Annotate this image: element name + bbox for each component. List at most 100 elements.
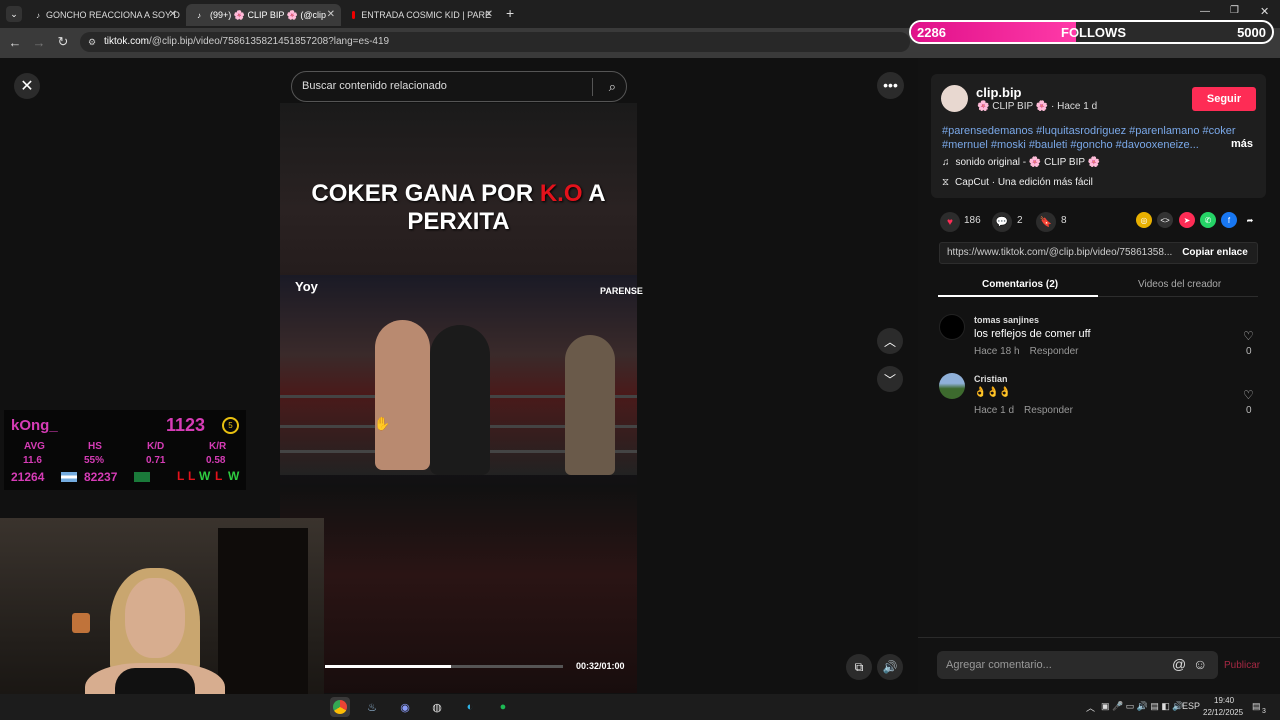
notifications-icon[interactable]: ▤ bbox=[1252, 701, 1261, 712]
capcut-line[interactable]: ⧖ CapCut · Una edición más fácil bbox=[942, 177, 1093, 188]
follow-button[interactable]: Seguir bbox=[1192, 87, 1256, 111]
more-options-button[interactable]: ••• bbox=[877, 72, 904, 99]
clock-date[interactable]: 22/12/2025 bbox=[1203, 708, 1243, 717]
copy-link-button[interactable]: Copiar enlace bbox=[1176, 245, 1254, 261]
level-badge-icon: 5 bbox=[222, 417, 239, 434]
discord-taskbar-icon[interactable]: ◉ bbox=[395, 697, 415, 717]
match-result: L bbox=[177, 469, 185, 483]
site-info-icon[interactable]: ⚙ bbox=[88, 32, 96, 52]
comment-text: 👌👌👌 bbox=[974, 387, 1012, 398]
stat-header: K/D bbox=[147, 441, 165, 452]
author-nickname[interactable]: 🌸 CLIP BIP 🌸 bbox=[977, 101, 1048, 112]
tab-creator-videos[interactable]: Videos del creador bbox=[1138, 279, 1221, 290]
clock-time[interactable]: 19:40 bbox=[1214, 696, 1234, 705]
close-tab-icon[interactable]: ✕ bbox=[169, 9, 177, 20]
match-result: W bbox=[228, 469, 240, 483]
match-result: L bbox=[215, 469, 223, 483]
sound-name: sonido original - 🌸 CLIP BIP 🌸 bbox=[955, 157, 1101, 168]
comment-count: 2 bbox=[1017, 215, 1023, 226]
like-count: 186 bbox=[964, 215, 981, 226]
edge-taskbar-icon[interactable]: ◐ bbox=[460, 697, 480, 717]
floating-player-button[interactable]: ⧉ bbox=[846, 654, 872, 680]
chrome-taskbar-icon[interactable] bbox=[330, 697, 350, 717]
next-video-button[interactable]: ﹀ bbox=[877, 366, 903, 392]
volume-button[interactable]: 🔊 bbox=[877, 654, 903, 680]
search-icon[interactable]: ⌕ bbox=[609, 72, 616, 101]
language-indicator[interactable]: ESP bbox=[1182, 701, 1200, 711]
follows-goal-widget: 2286 FOLLOWS 5000 bbox=[909, 20, 1274, 44]
boxing-ring-scene bbox=[280, 275, 637, 475]
facebook-icon[interactable]: f bbox=[1221, 212, 1237, 228]
like-button[interactable]: ♥ bbox=[940, 212, 960, 232]
reply-link[interactable]: Responder bbox=[1024, 405, 1073, 416]
coin-share-icon[interactable]: ◎ bbox=[1136, 212, 1152, 228]
close-tab-icon[interactable]: ✕ bbox=[327, 9, 335, 20]
stat-header: AVG bbox=[24, 441, 45, 452]
more-description-link[interactable]: más bbox=[1231, 138, 1253, 150]
related-search-input[interactable]: Buscar contenido relacionado ⌕ bbox=[291, 71, 627, 102]
emoji-icon[interactable]: ☺ bbox=[1193, 656, 1207, 672]
video-progress-bar[interactable] bbox=[325, 665, 563, 668]
reload-icon[interactable]: ↻ bbox=[55, 34, 71, 50]
tab-comments[interactable]: Comentarios (2) bbox=[982, 279, 1058, 290]
stat-value: 0.71 bbox=[146, 455, 166, 466]
new-tab-button[interactable]: + bbox=[506, 5, 514, 21]
publish-button[interactable]: Publicar bbox=[1224, 660, 1260, 671]
close-window-icon[interactable]: ✕ bbox=[1260, 5, 1269, 18]
notification-count: 3 bbox=[1262, 708, 1266, 715]
author-avatar[interactable] bbox=[941, 85, 968, 112]
comment-text: los reflejos de comer uff bbox=[974, 328, 1091, 340]
url-field[interactable]: ⚙ tiktok.com/@clip.bip/video/75861358214… bbox=[80, 32, 910, 52]
reply-link[interactable]: Responder bbox=[1030, 346, 1079, 357]
share-arrow-icon[interactable]: ➦ bbox=[1242, 212, 1258, 228]
comment-like-icon[interactable]: ♡ bbox=[1243, 388, 1254, 402]
comment-meta: Hace 18 h Responder bbox=[974, 346, 1079, 357]
comment-time: Hace 18 h bbox=[974, 346, 1020, 357]
webcam-lamp bbox=[72, 613, 90, 633]
browser-tab-cosmic[interactable]: ENTRADA COSMIC KID | PARE ✕ bbox=[344, 4, 499, 26]
heart-icon: ♥ bbox=[947, 216, 953, 228]
tab-title: (99+) 🌸 CLIP BIP 🌸 (@clip bbox=[210, 9, 327, 20]
url-host: tiktok.com bbox=[104, 36, 150, 47]
sound-line[interactable]: ♫ sonido original - 🌸 CLIP BIP 🌸 bbox=[942, 157, 1100, 168]
comment-user[interactable]: tomas sanjines bbox=[974, 315, 1039, 325]
saudi-flag-icon bbox=[134, 472, 150, 482]
commenter-avatar[interactable] bbox=[939, 373, 965, 399]
close-video-button[interactable]: ✕ bbox=[14, 73, 40, 99]
faceit-stats-overlay: kOng_ 1123 5 AVG HS K/D K/R 11.6 55% 0.7… bbox=[4, 410, 246, 490]
tab-list-button[interactable]: ⌄ bbox=[6, 6, 22, 22]
minimize-icon[interactable]: — bbox=[1200, 6, 1210, 17]
mention-icon[interactable]: @ bbox=[1172, 656, 1186, 672]
comment-user[interactable]: Cristian bbox=[974, 374, 1008, 384]
caption-highlight: K.O bbox=[539, 180, 583, 207]
video-time: 00:32/01:00 bbox=[576, 661, 625, 671]
browser-tab-clipbip[interactable]: ♪ (99+) 🌸 CLIP BIP 🌸 (@clip ✕ bbox=[186, 4, 341, 26]
comment-like-icon[interactable]: ♡ bbox=[1243, 329, 1254, 343]
browser-tab-goncho[interactable]: ♪ GONCHO REACCIONA A SOY D ✕ bbox=[28, 4, 183, 26]
save-button[interactable]: 🔖 bbox=[1036, 212, 1056, 232]
comment-button[interactable]: 💬 bbox=[992, 212, 1012, 232]
webcam-overlay bbox=[0, 518, 324, 720]
tab-selected-indicator bbox=[938, 295, 1098, 297]
obs-taskbar-icon[interactable]: ◍ bbox=[427, 697, 447, 717]
author-username[interactable]: clip.bip bbox=[976, 85, 1022, 100]
tray-chevron-icon[interactable]: ︿ bbox=[1086, 701, 1095, 714]
watermark-left: Yoy bbox=[295, 279, 318, 294]
webcam-background-door bbox=[218, 528, 308, 718]
tray-icons[interactable]: ▣ 🎤 ▭ 🔊 ▤ ◧ 🔊 bbox=[1101, 701, 1184, 712]
author-subline: 🌸 CLIP BIP 🌸 · Hace 1 d bbox=[977, 101, 1097, 112]
prev-video-button[interactable]: ︿ bbox=[877, 328, 903, 354]
embed-icon[interactable]: <> bbox=[1157, 212, 1173, 228]
close-tab-icon[interactable]: ✕ bbox=[485, 9, 493, 20]
restore-icon[interactable]: ❐ bbox=[1230, 5, 1239, 16]
steam-taskbar-icon[interactable]: ♨ bbox=[362, 697, 382, 717]
forward-icon[interactable]: → bbox=[31, 34, 47, 50]
player-name: kOng_ bbox=[11, 417, 58, 434]
spotify-taskbar-icon[interactable]: ● bbox=[493, 697, 513, 717]
send-icon[interactable]: ➤ bbox=[1179, 212, 1195, 228]
volume-icon: 🔊 bbox=[882, 660, 898, 674]
video-description[interactable]: #parensedemanos #luquitasrodriguez #pare… bbox=[942, 124, 1254, 152]
whatsapp-icon[interactable]: ✆ bbox=[1200, 212, 1216, 228]
back-icon[interactable]: ← bbox=[7, 34, 23, 50]
commenter-avatar[interactable] bbox=[939, 314, 965, 340]
